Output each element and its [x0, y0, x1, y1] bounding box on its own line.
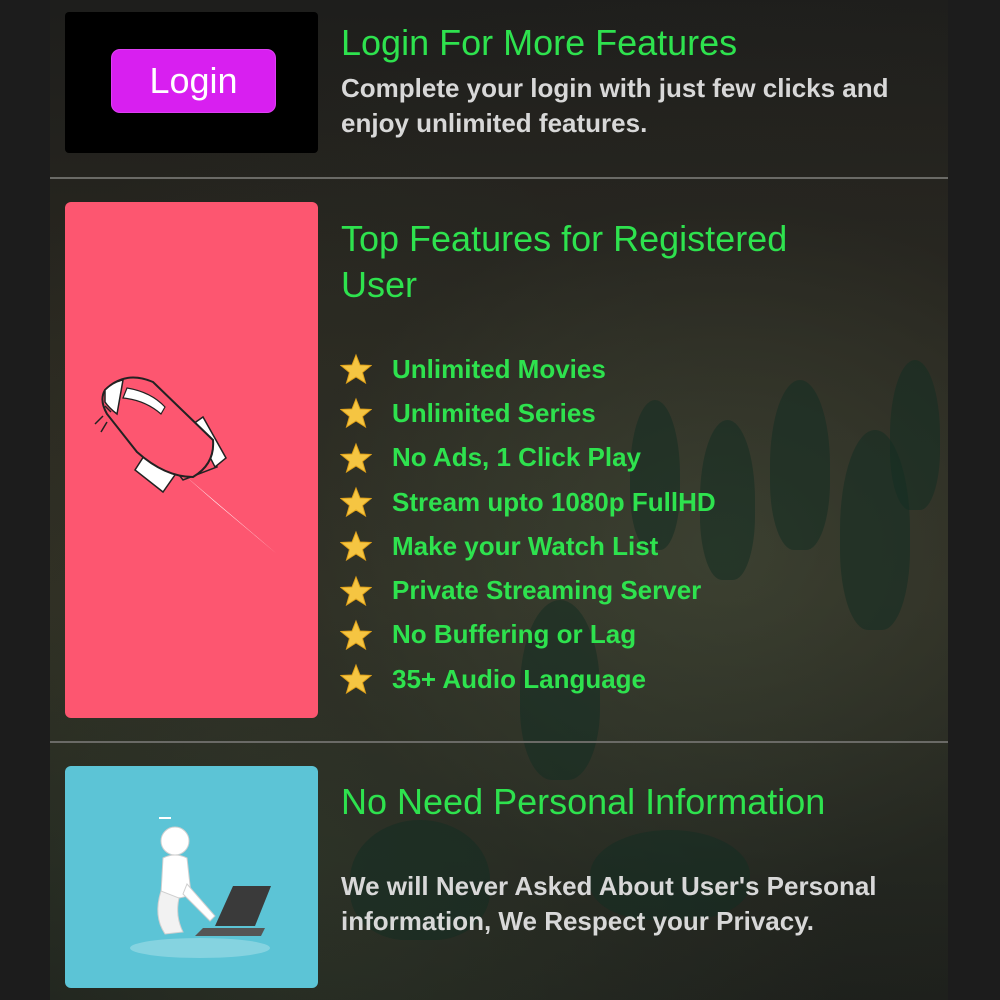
star-icon: [340, 486, 372, 518]
feature-list: Unlimited Movies Unlimited Series No Ads…: [340, 347, 716, 701]
features-section-title: Top Features for Registered User: [341, 218, 788, 305]
rocket-illustration: [65, 202, 318, 718]
feature-label: Stream upto 1080p FullHD: [392, 486, 716, 517]
rocket-icon: [94, 376, 277, 554]
feature-label: Unlimited Movies: [392, 353, 606, 384]
login-section-title: Login For More Features: [341, 22, 738, 63]
feature-label: 35+ Audio Language: [392, 663, 647, 694]
privacy-section-description: We will Never Asked About User's Persona…: [341, 871, 877, 936]
feature-label: No Buffering or Lag: [392, 619, 637, 650]
feature-label: No Ads, 1 Click Play: [392, 442, 642, 473]
star-icon: [340, 530, 372, 562]
privacy-section-title: No Need Personal Information: [341, 781, 826, 822]
feature-item: Unlimited Series: [340, 391, 716, 435]
feature-item: Private Streaming Server: [340, 568, 716, 612]
star-icon: [340, 442, 372, 473]
feature-item: 35+ Audio Language: [340, 657, 716, 701]
feature-label: Unlimited Series: [392, 397, 596, 428]
feature-label: Make your Watch List: [392, 530, 659, 561]
section-divider: [50, 177, 948, 179]
star-icon: [340, 619, 372, 651]
user-laptop-illustration: [65, 766, 318, 988]
feature-item: Unlimited Movies: [340, 347, 716, 391]
star-icon: [340, 398, 372, 429]
star-icon: [340, 575, 372, 606]
user-laptop-icon: [130, 817, 271, 958]
star-icon: [340, 353, 372, 385]
login-section-description: Complete your login with just few clicks…: [341, 73, 889, 138]
page: Login Login For More Features Complete y…: [0, 0, 1000, 1000]
feature-item: No Ads, 1 Click Play: [340, 436, 716, 480]
left-margin: [0, 0, 50, 1000]
feature-item: Make your Watch List: [340, 524, 716, 568]
right-margin: [948, 0, 1000, 1000]
login-button[interactable]: Login: [111, 49, 276, 113]
feature-item: Stream upto 1080p FullHD: [340, 480, 716, 524]
star-icon: [340, 663, 372, 695]
section-divider: [50, 741, 948, 743]
feature-item: No Buffering or Lag: [340, 613, 716, 657]
feature-label: Private Streaming Server: [392, 575, 702, 606]
